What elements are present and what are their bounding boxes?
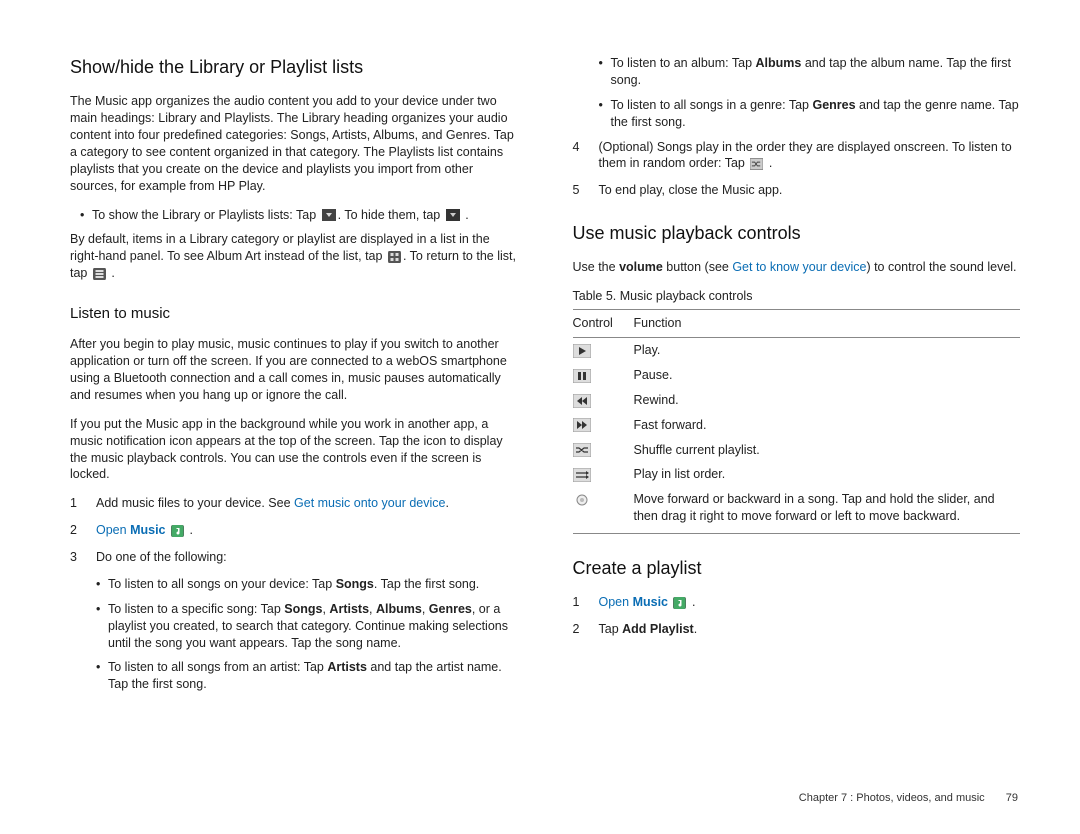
paragraph: After you begin to play music, music con… [70,336,518,404]
table-row: Pause. [573,363,1021,388]
grid-icon [388,251,401,263]
link[interactable]: Open Music [96,523,166,537]
fast-forward-icon [573,418,591,432]
paragraph: The Music app organizes the audio conten… [70,93,518,194]
collapse-icon [446,209,460,221]
sub-bullet: • To listen to all songs in a genre: Tap… [599,97,1021,131]
bullet-dot: • [80,207,92,224]
step-row: 3 Do one of the following: [70,549,518,566]
list-icon [93,268,106,280]
page-footer: Chapter 7 : Photos, videos, and music 79 [799,791,1018,806]
list-order-icon [573,468,591,482]
page-number: 79 [1006,792,1018,804]
step-row: 1 Add music files to your device. See Ge… [70,495,518,512]
paragraph: If you put the Music app in the backgrou… [70,416,518,484]
playback-controls-table: Control Function Play. Pause. Rewind. Fa… [573,309,1021,534]
step-row: 5 To end play, close the Music app. [573,182,1021,199]
music-app-icon [171,525,184,537]
sub-bullet: • To listen to a specific song: Tap Song… [96,601,518,652]
paragraph: Use the volume button (see Get to know y… [573,259,1021,276]
pause-icon [573,369,591,383]
table-row: Rewind. [573,388,1021,413]
table-caption: Table 5. Music playback controls [573,288,1021,305]
table-row: Play. [573,338,1021,363]
heading-listen: Listen to music [70,304,518,324]
link[interactable]: Open Music [599,595,669,609]
step-row: 2 Open Music . [70,522,518,539]
heading-showhide: Show/hide the Library or Playlist lists [70,55,518,79]
chapter-label: Chapter 7 : Photos, videos, and music [799,792,985,804]
table-row: Fast forward. [573,413,1021,438]
play-icon [573,344,591,358]
shuffle-icon [573,443,591,457]
music-app-icon [673,597,686,609]
link[interactable]: Get music onto your device [294,496,445,510]
left-column: Show/hide the Library or Playlist lists … [70,55,518,701]
step-text: Open Music . [96,522,193,539]
sub-bullet: • To listen to an album: Tap Albums and … [599,55,1021,89]
table-header: Control Function [573,310,1021,338]
scrubber-icon [573,493,591,507]
step-text: Add music files to your device. See Get … [96,495,449,512]
right-column: • To listen to an album: Tap Albums and … [573,55,1021,701]
link[interactable]: Get to know your device [732,260,866,274]
bullet-text: To show the Library or Playlists lists: … [92,207,469,224]
paragraph: By default, items in a Library category … [70,231,518,282]
step-row: 1 Open Music . [573,594,1021,611]
sub-bullet: • To listen to all songs on your device:… [96,576,518,593]
step-row: 2 Tap Add Playlist. [573,621,1021,638]
bullet-item: • To show the Library or Playlists lists… [80,207,518,224]
step-row: 4 (Optional) Songs play in the order the… [573,139,1021,173]
table-row: Play in list order. [573,462,1021,487]
rewind-icon [573,394,591,408]
step-text: Do one of the following: [96,549,227,566]
expand-icon [322,209,336,221]
table-row: Shuffle current playlist. [573,438,1021,463]
shuffle-icon [750,158,763,170]
sub-bullet: • To listen to all songs from an artist:… [96,659,518,693]
heading-create: Create a playlist [573,556,1021,580]
table-row: Move forward or backward in a song. Tap … [573,487,1021,533]
heading-controls: Use music playback controls [573,221,1021,245]
